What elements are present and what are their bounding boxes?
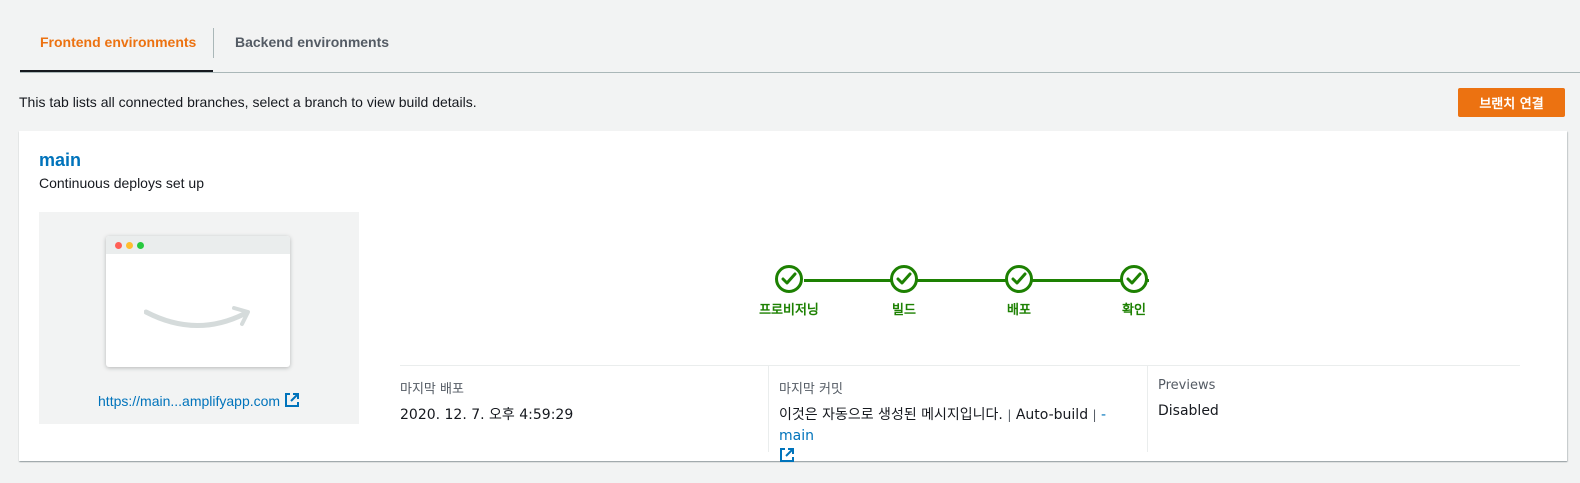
- step-deploy: 배포: [979, 261, 1059, 318]
- step-label: 빌드: [892, 303, 916, 318]
- app-url-link[interactable]: https://main...amplifyapp.com: [98, 393, 280, 409]
- tab-backend-environments[interactable]: Backend environments: [235, 20, 389, 71]
- close-dot-icon: [115, 242, 122, 249]
- last-commit-value: 이것은 자동으로 생성된 메시지입니다. | Auto-build | - ma…: [779, 405, 1137, 468]
- external-link-icon[interactable]: [779, 447, 795, 463]
- step-build: 빌드: [864, 261, 944, 318]
- previews-value: Disabled: [1158, 403, 1219, 419]
- last-deploy-label: 마지막 배포: [400, 382, 464, 397]
- last-deploy-column: 마지막 배포 2020. 12. 7. 오후 4:59:29: [400, 366, 768, 452]
- check-circle-icon: [1120, 265, 1148, 293]
- build-pipeline: 프로비저닝 빌드 배포 확인: [749, 261, 1169, 321]
- step-verify: 확인: [1094, 261, 1174, 318]
- external-link-icon[interactable]: [284, 392, 300, 408]
- connect-branch-button[interactable]: 브랜치 연결: [1458, 88, 1565, 117]
- tab-divider: [213, 28, 214, 58]
- minimize-dot-icon: [126, 242, 133, 249]
- step-label: 프로비저닝: [759, 303, 819, 318]
- tab-description: This tab lists all connected branches, s…: [19, 94, 477, 110]
- branch-card: main Continuous deploys set up https://m…: [19, 131, 1567, 462]
- separator: |: [1007, 408, 1012, 422]
- step-label: 확인: [1122, 303, 1146, 318]
- amazon-smile-icon: [144, 306, 250, 328]
- check-circle-icon: [775, 265, 803, 293]
- step-provision: 프로비저닝: [749, 261, 829, 318]
- app-preview: https://main...amplifyapp.com: [39, 212, 359, 424]
- separator: |: [1092, 408, 1097, 422]
- branch-name-link[interactable]: main: [39, 150, 81, 171]
- app-url-row: https://main...amplifyapp.com: [39, 392, 359, 409]
- check-circle-icon: [890, 265, 918, 293]
- tab-frontend-environments[interactable]: Frontend environments: [20, 20, 213, 72]
- previews-label: Previews: [1158, 378, 1216, 393]
- check-circle-icon: [1005, 265, 1033, 293]
- last-deploy-value: 2020. 12. 7. 오후 4:59:29: [400, 407, 574, 423]
- last-commit-column: 마지막 커밋 이것은 자동으로 생성된 메시지입니다. | Auto-build…: [768, 366, 1137, 462]
- last-commit-label: 마지막 커밋: [779, 382, 843, 397]
- maximize-dot-icon: [137, 242, 144, 249]
- environment-tabs: Frontend environments Backend environmen…: [20, 20, 1580, 73]
- commit-author: Auto-build: [1015, 407, 1089, 423]
- branch-status: Continuous deploys set up: [39, 175, 204, 191]
- branch-info-grid: 마지막 배포 2020. 12. 7. 오후 4:59:29 마지막 커밋 이것…: [400, 365, 1521, 462]
- previews-column: Previews Disabled: [1147, 366, 1521, 452]
- commit-message: 이것은 자동으로 생성된 메시지입니다.: [779, 407, 1003, 423]
- browser-title-bar: [106, 236, 290, 254]
- browser-thumbnail: [106, 236, 290, 367]
- step-label: 배포: [1007, 303, 1031, 318]
